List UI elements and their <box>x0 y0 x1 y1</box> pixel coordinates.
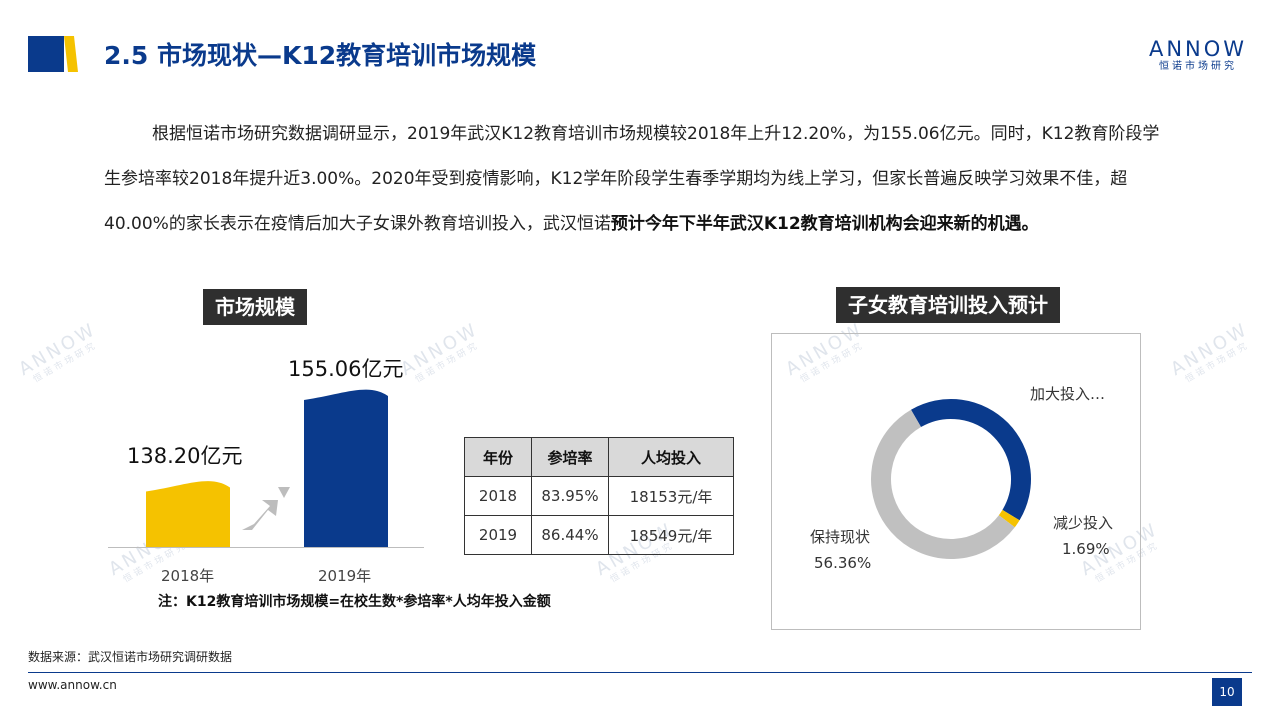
investment-donut-chart <box>871 399 1031 559</box>
donut-slice-label: 减少投入 <box>1053 514 1114 532</box>
table-header-row: 年份 参培率 人均投入 <box>464 437 734 477</box>
donut-slice-value: 1.69% <box>1062 540 1110 558</box>
formula-note: 注：K12教育培训市场规模=在校生数*参培率*人均年投入金额 <box>158 594 551 610</box>
watermark-logo: ANNOW 恒诺市场研究 <box>15 318 101 386</box>
table-cell: 86.44% <box>531 515 609 555</box>
x-tick-label: 2019年 <box>318 567 372 585</box>
table-header: 人均投入 <box>608 437 734 477</box>
logo-subtext: 恒诺市场研究 <box>1159 61 1237 72</box>
table-cell: 18549元/年 <box>608 515 734 555</box>
table-header: 参培率 <box>531 437 609 477</box>
brand-logo: ANNOW 恒诺市场研究 <box>1142 38 1254 74</box>
bar-2018 <box>146 481 230 547</box>
title-accent-icon <box>28 36 78 72</box>
bar-data-label: 138.20亿元 <box>127 444 243 468</box>
table-row: 2019 86.44% 18549元/年 <box>464 515 734 555</box>
page-title: 2.5 市场现状—K12教育培训市场规模 <box>104 41 537 70</box>
paragraph-emphasis: 预计今年下半年武汉K12教育培训机构会迎来新的机遇。 <box>610 214 1039 234</box>
table-cell: 2019 <box>464 515 532 555</box>
website-link[interactable]: www.annow.cn <box>28 678 117 692</box>
donut-slice-value: 56.36% <box>814 554 872 572</box>
logo-text: ANNOW <box>1148 37 1248 61</box>
data-source: 数据来源：武汉恒诺市场研究调研数据 <box>28 650 233 664</box>
page-number: 10 <box>1212 678 1242 706</box>
table-cell: 18153元/年 <box>608 476 734 516</box>
table-row: 2018 83.95% 18153元/年 <box>464 476 734 516</box>
donut-slice <box>911 399 1031 521</box>
x-axis-line <box>108 547 424 548</box>
donut-slice-label: 加大投入… <box>1030 385 1106 403</box>
donut-slice <box>871 409 1015 559</box>
table-cell: 83.95% <box>531 476 609 516</box>
intro-paragraph: 根据恒诺市场研究数据调研显示，2019年武汉K12教育培训市场规模较2018年上… <box>104 112 1164 247</box>
table-header: 年份 <box>464 437 532 477</box>
market-size-label: 市场规模 <box>203 289 307 325</box>
donut-slice-label: 保持现状 <box>810 528 871 546</box>
growth-arrow-icon <box>242 487 290 530</box>
watermark-logo: ANNOW 恒诺市场研究 <box>1167 318 1253 386</box>
participation-table: 年份 参培率 人均投入 2018 83.95% 18153元/年 2019 86… <box>464 437 734 555</box>
table-cell: 2018 <box>464 476 532 516</box>
footer-divider <box>28 672 1252 673</box>
investment-forecast-label: 子女教育培训投入预计 <box>836 287 1060 323</box>
bar-2019 <box>304 389 388 547</box>
donut-slice <box>998 509 1020 528</box>
x-tick-label: 2018年 <box>161 567 215 585</box>
bar-data-label: 155.06亿元 <box>288 357 404 381</box>
